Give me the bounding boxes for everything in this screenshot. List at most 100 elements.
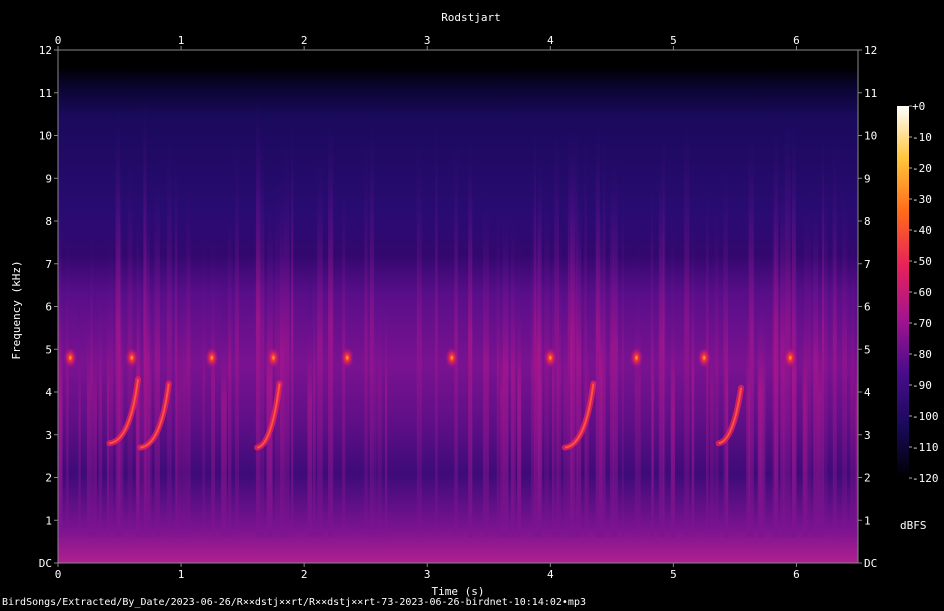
noise-streak — [772, 157, 776, 538]
noise-streak — [723, 155, 728, 538]
noise-streak — [454, 133, 458, 538]
noise-streak — [176, 254, 182, 538]
noise-streak — [802, 253, 806, 538]
noise-streak — [634, 235, 641, 538]
noise-streak — [186, 173, 191, 538]
colorbar-label: dBFS — [900, 519, 927, 532]
noise-streak — [144, 186, 150, 538]
noise-streak — [154, 168, 160, 538]
noise-streak — [613, 152, 618, 538]
noise-streak — [595, 117, 600, 538]
y-tick-label-left: 2 — [45, 472, 52, 485]
y-tick-label-left: 3 — [45, 429, 52, 442]
noise-streak — [813, 188, 819, 538]
x-tick-label-bottom: 6 — [793, 568, 800, 581]
noise-streak — [280, 171, 285, 538]
x-tick-label-bottom: 3 — [424, 568, 431, 581]
noise-streak — [166, 128, 172, 538]
noise-streak — [468, 135, 473, 538]
y-tick-label-right: 11 — [864, 87, 877, 100]
y-tick-label-left: 8 — [45, 215, 52, 228]
y-tick-label-left: 7 — [45, 258, 52, 271]
noise-streak — [502, 198, 509, 538]
colorbar-tick-label: -20 — [912, 162, 932, 175]
y-tick-label-left: 9 — [45, 172, 52, 185]
noise-streak — [86, 256, 91, 538]
noise-streak — [221, 271, 227, 538]
x-tick-label-bottom: 2 — [301, 568, 308, 581]
y-tick-label-right: 6 — [864, 301, 871, 314]
noise-streak — [140, 284, 144, 538]
noise-streak — [255, 95, 261, 538]
noise-streak — [780, 160, 785, 538]
colorbar-tick-label: -50 — [912, 255, 932, 268]
noise-streak — [850, 235, 853, 538]
noise-streak — [651, 255, 655, 538]
noise-streak — [291, 116, 294, 538]
y-tick-label-right: 2 — [864, 472, 871, 485]
noise-streak — [98, 244, 103, 538]
y-tick-label-left: 6 — [45, 301, 52, 314]
noise-streak — [435, 111, 438, 538]
noise-streak — [684, 107, 690, 538]
noise-streak — [228, 195, 232, 538]
noise-streak — [714, 186, 719, 538]
noise-streak — [93, 264, 97, 538]
noise-streak — [817, 251, 822, 538]
y-axis-label: Frequency (kHz) — [10, 260, 23, 359]
call-hotspot — [266, 346, 281, 369]
noise-streak — [364, 133, 368, 538]
y-tick-label-left: 4 — [45, 386, 52, 399]
colorbar-tick-label: -100 — [912, 410, 939, 423]
noise-streak — [576, 173, 582, 538]
file-path-footer: BirdSongs/Extracted/By_Date/2023-06-26/R… — [2, 597, 586, 608]
noise-streak — [107, 224, 114, 538]
noise-streak — [670, 282, 676, 538]
colorbar-tick-label: -80 — [912, 348, 932, 361]
noise-streak — [710, 249, 714, 538]
call-hotspot — [204, 346, 219, 369]
noise-streak — [482, 183, 489, 538]
noise-streak — [90, 215, 93, 538]
y-tick-label-right: 5 — [864, 343, 871, 356]
noise-streak — [822, 153, 828, 538]
x-tick-label-bottom: 1 — [178, 568, 185, 581]
noise-streak — [65, 224, 69, 538]
y-tick-label-right: 1 — [864, 514, 871, 527]
noise-streak — [235, 136, 239, 538]
noise-streak — [832, 139, 837, 538]
noise-streak — [563, 240, 568, 538]
noise-streak — [746, 259, 751, 538]
y-tick-label-right: 7 — [864, 258, 871, 271]
x-tick-label-top: 5 — [670, 34, 677, 47]
noise-streak — [842, 170, 848, 538]
colorbar-ticks: +0 -10 -20 -30 -40 -50 -60 -70 -80 -90 -100 -110 -12… — [909, 100, 939, 485]
x-tick-label-bottom: 0 — [55, 568, 62, 581]
noise-streak — [791, 214, 797, 538]
noise-streak — [136, 199, 139, 538]
noise-streak — [854, 283, 858, 538]
x-tick-label-top: 3 — [424, 34, 431, 47]
noise-streak — [261, 122, 265, 538]
noise-streak — [416, 125, 420, 538]
colorbar-tick-label: -60 — [912, 286, 932, 299]
x-tick-label-bottom: 4 — [547, 568, 554, 581]
noise-streak — [377, 239, 382, 538]
noise-streak — [313, 230, 316, 538]
noise-streak — [496, 189, 500, 538]
noise-streak — [266, 229, 273, 538]
noise-streak — [658, 145, 665, 538]
y-tick-label-left: 1 — [45, 514, 52, 527]
call-hotspot — [629, 346, 644, 369]
noise-streak — [419, 136, 422, 538]
noise-streak — [78, 279, 81, 538]
call-hotspot — [340, 346, 355, 369]
noise-streak — [621, 168, 625, 538]
noise-streak — [58, 187, 62, 538]
noise-streak — [385, 243, 388, 538]
x-axis-top: 0 1 2 3 4 5 6 — [55, 34, 800, 50]
call-hotspot — [697, 346, 712, 369]
noise-streak — [328, 112, 334, 538]
noise-streak — [557, 210, 562, 538]
y-tick-label-right: 3 — [864, 429, 871, 442]
